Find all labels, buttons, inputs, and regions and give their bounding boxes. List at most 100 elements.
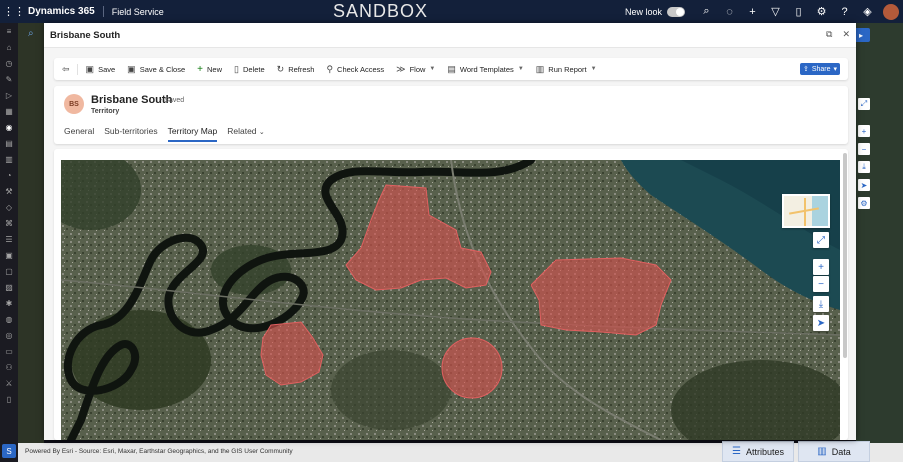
delete-button[interactable]: ▯ Delete [228, 64, 271, 75]
area-switcher-icon[interactable]: S [2, 444, 16, 458]
list-icon[interactable]: ☰ [0, 231, 18, 247]
site-map-rail: ≡ ⌂ ◷ ✎ ▷ ▦ ◉ ▤ ▥ ◔ ⚒ ◇ ⌘ ☰ ▣ ▢ ▨ ✱ ◍ ◎ … [0, 23, 18, 462]
lightbulb-icon[interactable]: ◌ [718, 6, 741, 18]
notification-icon[interactable]: ▯ [787, 5, 810, 18]
tab-related-label: Related [227, 126, 257, 136]
app-launcher-icon[interactable]: ⋮⋮ [0, 0, 28, 23]
plus-icon: + [197, 63, 203, 75]
wrench-icon[interactable]: ⚒ [0, 183, 18, 199]
people-icon[interactable]: ⚇ [0, 359, 18, 375]
copilot-icon[interactable]: ◈ [856, 5, 879, 18]
gear-icon[interactable]: ✱ [0, 295, 18, 311]
search-icon[interactable]: ⌕ [695, 5, 718, 18]
download-icon[interactable]: ⤓ [813, 296, 829, 312]
settings-icon[interactable]: ⚙ [810, 5, 833, 18]
refresh-label: Refresh [288, 64, 315, 74]
close-icon[interactable]: ✕ [842, 29, 850, 40]
locate-icon[interactable]: ➤ [813, 315, 829, 331]
calendar-icon[interactable]: ▥ [0, 151, 18, 167]
trash-icon: ▯ [234, 63, 239, 74]
word-templates-button[interactable]: ▤ Word Templates ▼ [441, 64, 529, 75]
open-in-new-window-icon[interactable]: ⧉ [826, 29, 832, 40]
refresh-button[interactable]: ↻ Refresh [271, 64, 321, 75]
trash-icon[interactable]: ▯ [0, 391, 18, 407]
grid-icon[interactable]: ▦ [0, 103, 18, 119]
app-header: ⋮⋮ Dynamics 365 Field Service SANDBOX Ne… [0, 0, 903, 23]
help-icon[interactable]: ? [833, 6, 856, 18]
truck-icon[interactable]: ▭ [0, 343, 18, 359]
save-close-icon: ▣ [127, 63, 136, 74]
delete-label: Delete [242, 64, 265, 74]
dialog-header: Brisbane South ⧉ ✕ [44, 23, 856, 48]
data-icon: ▥ [817, 446, 827, 457]
org-icon[interactable]: ⌘ [0, 215, 18, 231]
location-icon[interactable]: ◍ [0, 311, 18, 327]
chevron-down-icon: ▾ [833, 66, 838, 73]
tab-general[interactable]: General [64, 126, 94, 142]
document-icon[interactable]: ▤ [0, 135, 18, 151]
data-tab-button[interactable]: ▥ Data [798, 441, 870, 462]
territory-circle-south[interactable] [441, 337, 503, 399]
clipboard-icon[interactable]: ▢ [0, 263, 18, 279]
user-icon[interactable]: ◔ [0, 167, 18, 183]
territory-map[interactable]: ⤢ + − ⤓ ➤ [61, 160, 840, 440]
attributes-tab-button[interactable]: ☰ Attributes [722, 441, 794, 462]
chevron-down-icon: ▼ [517, 66, 524, 72]
check-access-label: Check Access [337, 64, 385, 74]
minimap-water [812, 196, 828, 226]
territory-map-section: ⤢ + − ⤓ ➤ [54, 149, 848, 440]
new-look-label: New look [624, 6, 662, 17]
globe-icon[interactable]: ◎ [0, 327, 18, 343]
filter-icon[interactable]: ▽ [764, 5, 787, 18]
chart-icon[interactable]: ▨ [0, 279, 18, 295]
tab-related[interactable]: Related ⌄ [227, 126, 265, 142]
area-name: Field Service [111, 6, 164, 17]
form-scrollbar[interactable] [843, 153, 847, 358]
form-tabs: General Sub-territories Territory Map Re… [64, 126, 265, 142]
save-label: Save [98, 64, 116, 74]
save-close-button[interactable]: ▣ Save & Close [121, 64, 191, 75]
box-icon[interactable]: ▣ [0, 247, 18, 263]
park-area [331, 350, 451, 430]
refresh-icon: ↻ [276, 63, 285, 74]
attributes-icon: ☰ [732, 446, 741, 457]
chevron-down-icon: ▼ [590, 66, 597, 72]
new-button[interactable]: + New [191, 64, 228, 75]
satellite-map[interactable] [61, 160, 840, 440]
fullscreen-icon[interactable]: ⤢ [813, 232, 829, 248]
minimap-road [804, 198, 806, 226]
word-templates-label: Word Templates [459, 64, 514, 74]
user-avatar[interactable] [883, 3, 899, 20]
run-report-label: Run Report [548, 64, 587, 74]
tag-icon[interactable]: ◇ [0, 199, 18, 215]
attributes-label: Attributes [745, 446, 784, 457]
pin-icon[interactable]: ✎ [0, 71, 18, 87]
eye-icon[interactable]: ◉ [0, 119, 18, 135]
zoom-out-icon[interactable]: − [813, 276, 829, 292]
share-button[interactable]: ⇪ Share ▾ [800, 63, 840, 75]
overview-minimap[interactable] [782, 194, 830, 228]
map-attribution: Powered By Esri - Source: Esri, Maxar, E… [25, 448, 293, 455]
save-button[interactable]: ▣ Save [80, 64, 122, 75]
territory-polygon-east[interactable] [530, 257, 672, 336]
flow-button[interactable]: ≫ Flow ▼ [390, 64, 441, 75]
app-name[interactable]: Dynamics 365 [28, 6, 104, 17]
tab-sub-territories[interactable]: Sub-territories [104, 126, 157, 142]
recent-icon[interactable]: ◷ [0, 55, 18, 71]
plus-icon[interactable]: + [741, 6, 764, 18]
run-report-button[interactable]: ▥ Run Report ▼ [530, 64, 603, 75]
background-map-right: ⤢ + − ⤓ ➤ ⚙ [856, 23, 903, 462]
chevron-down-icon: ⌄ [258, 129, 265, 136]
background-zoom-in-icon: + [858, 125, 870, 137]
tool-icon[interactable]: ⚔ [0, 375, 18, 391]
home-icon[interactable]: ⌂ [0, 39, 18, 55]
zoom-in-icon[interactable]: + [813, 259, 829, 275]
play-icon[interactable]: ▷ [0, 87, 18, 103]
flow-icon: ≫ [396, 63, 406, 74]
back-button[interactable]: ⇦ [54, 63, 78, 75]
new-look-toggle[interactable] [667, 6, 685, 17]
menu-icon[interactable]: ≡ [0, 23, 18, 39]
check-access-button[interactable]: ⚲ Check Access [320, 64, 390, 75]
tab-territory-map[interactable]: Territory Map [167, 126, 218, 142]
save-icon: ▣ [85, 63, 95, 74]
